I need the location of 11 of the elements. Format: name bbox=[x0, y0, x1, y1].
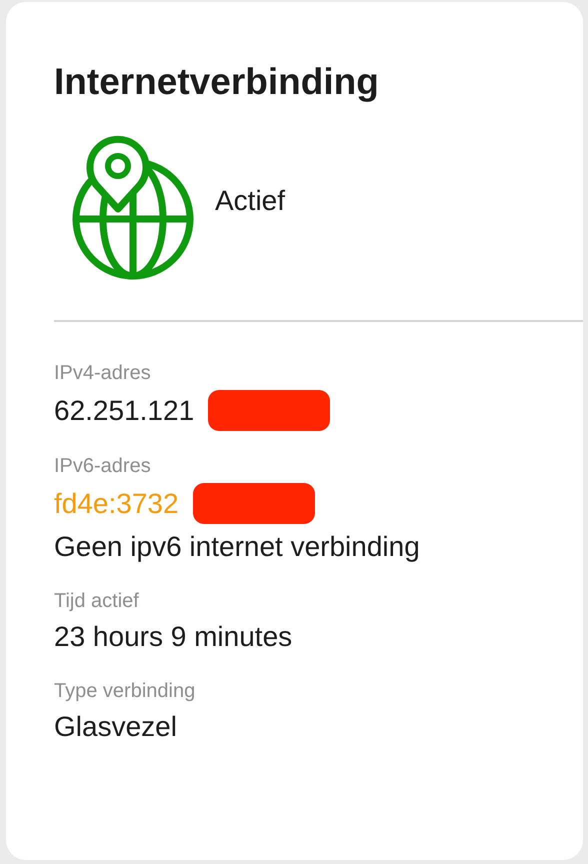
field-label: Type verbinding bbox=[54, 679, 196, 704]
field-value: 23 hours 9 minutes bbox=[54, 620, 292, 654]
field-value: 62.251.121 bbox=[54, 394, 194, 428]
field-value: fd4e:3732 bbox=[54, 486, 179, 520]
field-note: Geen ipv6 internet verbinding bbox=[54, 530, 420, 564]
field-label: Tijd actief bbox=[54, 589, 139, 614]
field-label: IPv4-adres bbox=[54, 361, 151, 386]
field-label: IPv6-adres bbox=[54, 454, 151, 479]
status-text: Actief bbox=[215, 184, 286, 218]
field-value: Glasvezel bbox=[54, 710, 177, 744]
card-title: Internetverbinding bbox=[54, 60, 379, 104]
